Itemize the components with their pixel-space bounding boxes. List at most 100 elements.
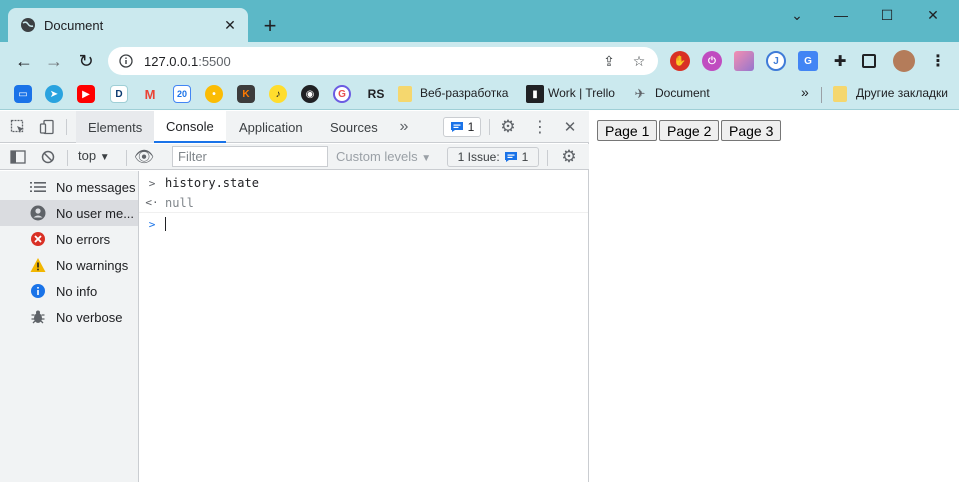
divider [126, 150, 127, 166]
bookmark-other[interactable]: Другие закладки [856, 86, 948, 100]
context-value: top [78, 148, 97, 163]
share-icon[interactable]: ⇪ [598, 50, 620, 72]
chat-icon[interactable]: ▭ [14, 85, 32, 103]
url-port: :5500 [198, 53, 231, 69]
sidebar-item-label: No verbose [56, 309, 123, 325]
clear-console-icon[interactable] [38, 147, 58, 167]
sidebar-item-warnings[interactable]: No warnings [0, 252, 138, 278]
devtools-menu-icon[interactable]: ⋮ [530, 117, 550, 137]
filter-input[interactable]: Filter [172, 146, 328, 167]
chevron-down-icon: ▼ [421, 153, 432, 164]
tab-elements[interactable]: Elements [76, 111, 155, 143]
divider [67, 150, 68, 166]
sidebar-item-label: No errors [56, 231, 111, 247]
close-devtools-icon[interactable]: ✕ [560, 117, 580, 137]
music-icon[interactable]: ♪ [269, 85, 287, 103]
console-output[interactable]: > history.state <· null > [139, 171, 588, 482]
tab-sources[interactable]: Sources [318, 111, 390, 143]
g-icon[interactable]: G [333, 85, 351, 103]
back-button[interactable]: ← [12, 49, 36, 73]
console-filter-bar: top ▼ 👁 Filter Custom levels ▼ 1 Issue: … [0, 144, 589, 170]
prompt-chevron-icon: > [148, 217, 156, 231]
sidebar-item-label: No warnings [56, 257, 129, 273]
context-select[interactable]: top ▼ [78, 148, 110, 163]
forward-button[interactable]: → [42, 49, 66, 73]
gmail-icon[interactable]: M [141, 85, 159, 103]
info-icon [30, 283, 46, 299]
console-prompt[interactable]: > [139, 214, 588, 234]
eye-icon[interactable]: 👁 [134, 147, 154, 167]
tab-application[interactable]: Application [227, 111, 315, 143]
page-2-button[interactable]: Page 2 [659, 120, 720, 141]
sidebar-item-info[interactable]: No info [0, 278, 138, 304]
tab-console[interactable]: Console [154, 111, 226, 143]
bookmarks-divider [821, 87, 822, 103]
sidebar-toggle-icon[interactable] [8, 147, 28, 167]
more-tabs-icon[interactable]: » [394, 117, 414, 137]
sidebar-item-errors[interactable]: No errors [0, 226, 138, 252]
console-settings-gear-icon[interactable]: ⚙ [559, 147, 579, 167]
address-bar[interactable]: 127.0.0.1:5500 ⇪ ☆ [108, 47, 658, 75]
levels-dropdown[interactable]: Custom levels ▼ [336, 149, 431, 164]
github-icon[interactable]: ◉ [301, 85, 319, 103]
issues-label: 1 Issue: [457, 150, 500, 164]
k-icon[interactable]: K [237, 85, 255, 103]
adblock-icon[interactable]: ✋ [670, 51, 690, 71]
reload-button[interactable]: ↻ [74, 49, 98, 73]
page-1-button[interactable]: Page 1 [597, 120, 658, 141]
side-panel-icon[interactable] [862, 54, 876, 68]
console-input-text: history.state [165, 176, 259, 190]
issues-button[interactable]: 1 Issue: 1 [447, 147, 539, 167]
bookmarks-overflow[interactable]: » [801, 84, 809, 100]
avatar[interactable] [893, 50, 915, 72]
extensions-puzzle-icon[interactable]: ✚ [830, 51, 850, 71]
translate-icon[interactable]: G [798, 51, 818, 71]
rs-icon[interactable]: RS [364, 85, 388, 103]
sidebar-item-user-messages[interactable]: No user me... [0, 200, 138, 226]
close-tab-icon[interactable]: ✕ [220, 15, 240, 35]
star-icon[interactable]: ☆ [628, 50, 650, 72]
console-entry-result: <· null [139, 193, 588, 213]
bookmark-document[interactable]: Document [655, 86, 710, 100]
color-picker-icon[interactable] [734, 51, 754, 71]
return-arrow-icon: <· [145, 196, 159, 209]
sidebar-item-verbose[interactable]: No verbose [0, 304, 138, 330]
messages-badge[interactable]: 1 [443, 117, 481, 137]
globe-icon [20, 17, 36, 33]
new-tab-button[interactable]: + [258, 13, 282, 38]
list-icon [30, 179, 46, 195]
console-result-text: null [165, 195, 194, 210]
bookmark-webdev[interactable]: Веб-разработка [420, 86, 508, 100]
settings-gear-icon[interactable]: ⚙ [498, 117, 518, 137]
browser-tab[interactable]: Document ✕ [8, 8, 248, 42]
close-window-button[interactable]: ✕ [910, 4, 956, 26]
tab-search-icon[interactable]: ⌄ [774, 4, 820, 26]
device-toggle-icon[interactable] [37, 117, 57, 137]
divider [547, 150, 548, 166]
divider [66, 119, 67, 135]
d-icon[interactable]: D [110, 85, 128, 103]
bookmark-trello[interactable]: Work | Trello [548, 86, 615, 100]
minimize-button[interactable]: — [818, 4, 864, 26]
divider [489, 119, 490, 135]
folder-icon [398, 86, 412, 102]
message-icon [450, 122, 463, 132]
keep-icon[interactable]: • [205, 85, 223, 103]
telegram-icon[interactable]: ➤ [45, 85, 63, 103]
inspect-icon[interactable] [8, 117, 28, 137]
calendar-icon[interactable]: 20 [173, 85, 191, 103]
user-icon [30, 205, 46, 221]
maximize-button[interactable]: ☐ [864, 4, 910, 26]
sidebar-item-label: No info [56, 283, 98, 299]
console-sidebar: No messages No user me... No errors No w… [0, 171, 139, 482]
levels-label: Custom levels [336, 149, 418, 164]
youtube-icon[interactable]: ▶ [77, 85, 95, 103]
extension-j-icon[interactable]: J [766, 51, 786, 71]
power-icon[interactable]: ⏻ [702, 51, 722, 71]
trello-icon: ▮ [526, 85, 544, 103]
sidebar-item-messages[interactable]: No messages [0, 174, 138, 200]
page-3-button[interactable]: Page 3 [721, 120, 782, 141]
folder-icon [833, 86, 847, 102]
info-icon[interactable] [118, 53, 134, 69]
menu-kebab-icon[interactable]: ⋮ [928, 51, 948, 71]
